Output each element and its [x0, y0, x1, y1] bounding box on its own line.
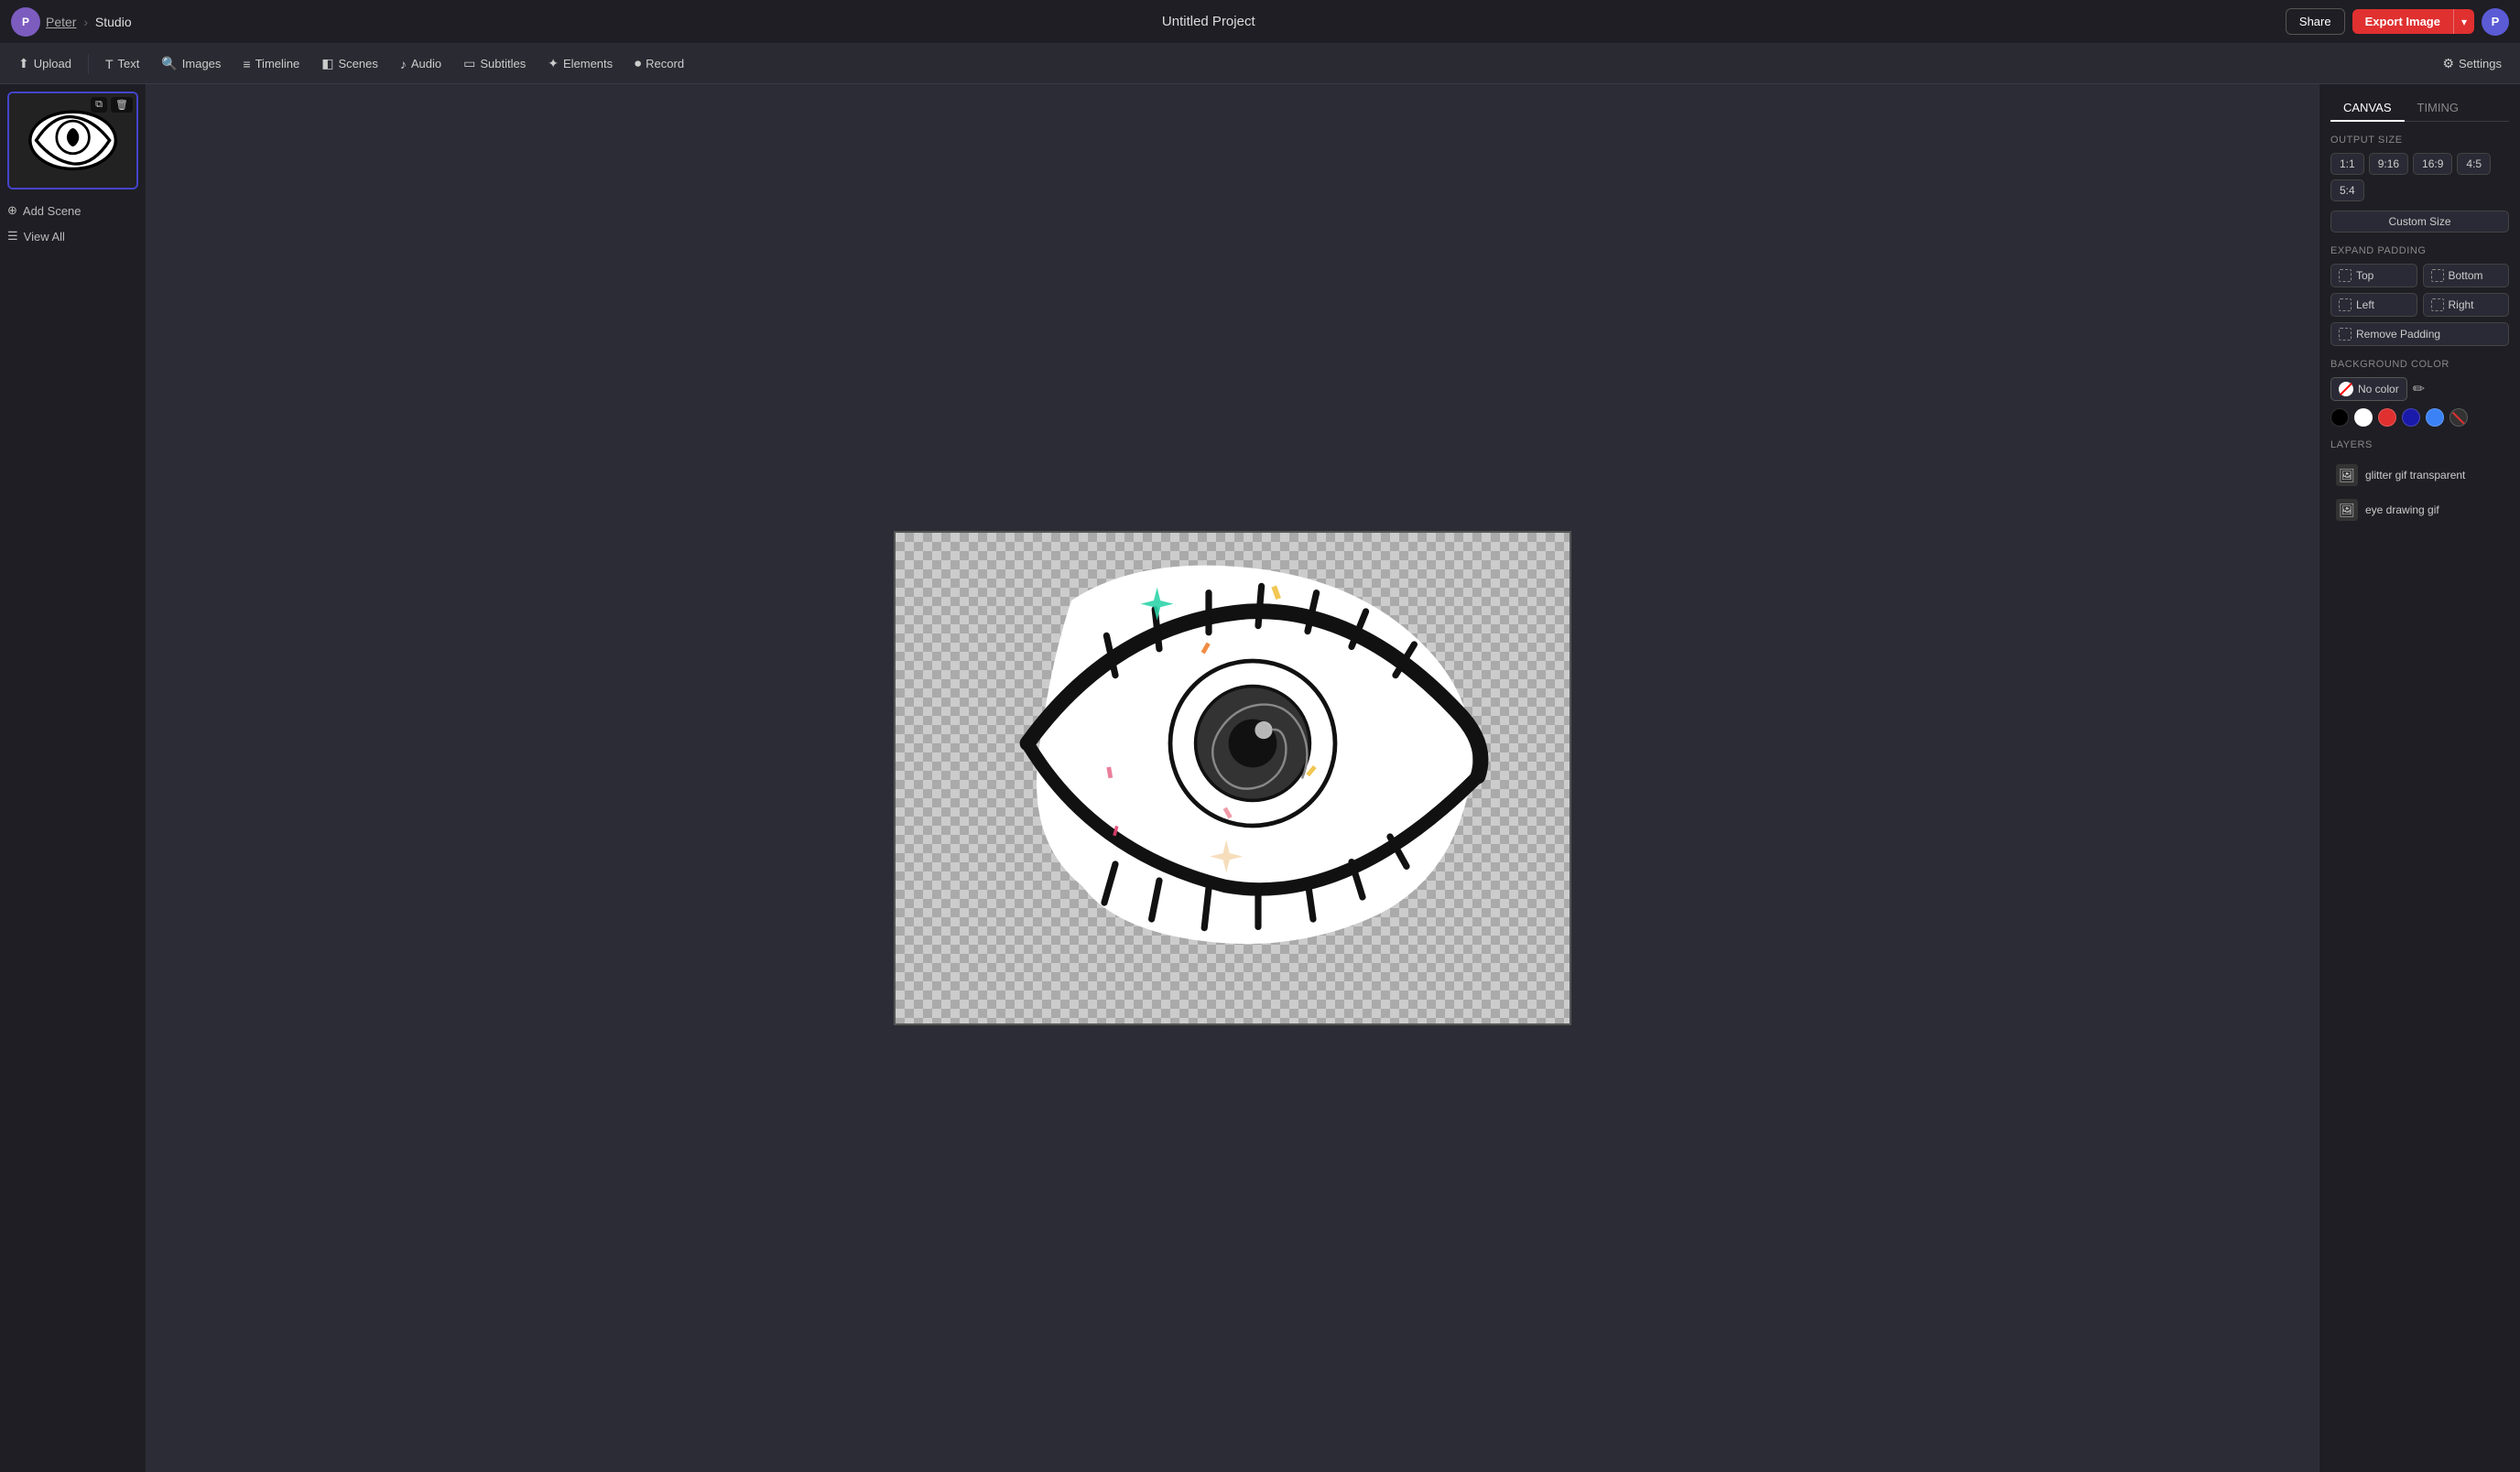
panel-tabs: CANVAS TIMING [2330, 95, 2509, 122]
background-color-row: No color ✏ [2330, 377, 2509, 401]
thumb-copy-icon[interactable]: ⧉ [91, 97, 107, 113]
right-padding-button[interactable]: Right [2423, 293, 2510, 317]
bottom-padding-icon [2431, 269, 2444, 282]
size-16-9[interactable]: 16:9 [2413, 153, 2452, 175]
audio-tool[interactable]: ♪ Audio [391, 52, 451, 76]
app-logo: P [11, 7, 40, 37]
right-panel: CANVAS TIMING OUTPUT SIZE 1:1 9:16 16:9 … [2319, 84, 2520, 1472]
left-padding-button[interactable]: Left [2330, 293, 2417, 317]
layer-name-0: glitter gif transparent [2365, 469, 2465, 482]
color-swatches [2330, 408, 2509, 427]
top-bar: P Peter › Studio Untitled Project Share … [0, 0, 2520, 44]
padding-grid: Top Bottom Left Right [2330, 264, 2509, 317]
size-4-5[interactable]: 4:5 [2457, 153, 2491, 175]
layer-thumb-0: 🖼 [2336, 464, 2358, 486]
layer-item-0[interactable]: 🖼 glitter gif transparent [2330, 458, 2509, 492]
swatch-black[interactable] [2330, 408, 2349, 427]
scenes-icon: ◧ [321, 56, 333, 71]
swatch-white[interactable] [2354, 408, 2373, 427]
size-buttons: 1:1 9:16 16:9 4:5 5:4 [2330, 153, 2509, 201]
size-9-16[interactable]: 9:16 [2369, 153, 2408, 175]
layer-thumb-1: 🖼 [2336, 499, 2358, 521]
layers-section: LAYERS 🖼 glitter gif transparent 🖼 eye d… [2330, 439, 2509, 527]
no-color-button[interactable]: No color [2330, 377, 2407, 401]
thumb-actions: ⧉ 🗑 [91, 97, 133, 113]
svg-text:P: P [22, 16, 29, 28]
audio-icon: ♪ [400, 57, 407, 71]
size-5-4[interactable]: 5:4 [2330, 179, 2364, 201]
right-padding-icon [2431, 298, 2444, 311]
main-layout: ⧉ 🗑 ⊕ Add Scene ☰ View All [0, 84, 2520, 1472]
export-caret-button[interactable]: ▾ [2453, 9, 2474, 34]
left-actions: ⊕ Add Scene ☰ View All [7, 200, 138, 246]
export-button-group: Export Image ▾ [2352, 9, 2474, 34]
timeline-tool[interactable]: ≡ Timeline [234, 52, 309, 76]
left-panel: ⧉ 🗑 ⊕ Add Scene ☰ View All [0, 84, 147, 1472]
size-1-1[interactable]: 1:1 [2330, 153, 2364, 175]
layer-item-1[interactable]: 🖼 eye drawing gif [2330, 492, 2509, 527]
output-size-title: OUTPUT SIZE [2330, 135, 2509, 146]
images-tool[interactable]: 🔍 Images [152, 51, 230, 76]
record-tool[interactable]: ⏺ Record [625, 51, 693, 76]
scenes-tool[interactable]: ◧ Scenes [312, 51, 387, 76]
layer-name-1: eye drawing gif [2365, 503, 2439, 516]
remove-padding-button[interactable]: Remove Padding [2330, 322, 2509, 346]
thumb-delete-icon[interactable]: 🗑 [111, 97, 133, 113]
view-all-button[interactable]: ☰ View All [7, 226, 138, 246]
add-scene-button[interactable]: ⊕ Add Scene [7, 200, 138, 221]
top-padding-icon [2339, 269, 2352, 282]
canvas-wrap [894, 531, 1571, 1025]
background-color-title: BACKGROUND COLOR [2330, 359, 2509, 370]
eyedropper-button[interactable]: ✏ [2413, 380, 2425, 398]
expand-padding-title: EXPAND PADDING [2330, 245, 2509, 256]
left-padding-icon [2339, 298, 2352, 311]
scene-thumbnail[interactable]: ⧉ 🗑 [7, 92, 138, 189]
settings-icon: ⚙ [2442, 56, 2454, 71]
text-tool[interactable]: T Text [96, 52, 148, 76]
remove-padding-icon [2339, 328, 2352, 341]
settings-tool[interactable]: ⚙ Settings [2433, 51, 2511, 76]
swatch-none[interactable] [2449, 408, 2468, 427]
canvas-tab[interactable]: CANVAS [2330, 95, 2405, 122]
canvas-area[interactable] [147, 84, 2319, 1472]
timing-tab[interactable]: TIMING [2405, 95, 2472, 122]
bottom-padding-button[interactable]: Bottom [2423, 264, 2510, 287]
record-icon: ⏺ [635, 56, 641, 71]
layers-title: LAYERS [2330, 439, 2509, 450]
no-color-icon [2339, 382, 2353, 396]
top-bar-left: P Peter › Studio [11, 7, 132, 37]
top-bar-right: Share Export Image ▾ P [2286, 8, 2509, 36]
swatch-red[interactable] [2378, 408, 2396, 427]
breadcrumb: Peter › Studio [46, 15, 132, 29]
custom-size-button[interactable]: Custom Size [2330, 211, 2509, 233]
upload-tool[interactable]: ⬆ Upload [9, 51, 81, 76]
timeline-icon: ≡ [243, 57, 250, 71]
text-icon: T [105, 57, 114, 71]
subtitles-icon: ▭ [463, 56, 475, 71]
toolbar: ⬆ Upload T Text 🔍 Images ≡ Timeline ◧ Sc… [0, 44, 2520, 84]
elements-tool[interactable]: ✦ Elements [538, 51, 622, 76]
images-icon: 🔍 [161, 56, 177, 71]
project-title[interactable]: Untitled Project [1162, 14, 1255, 29]
toolbar-sep-1 [88, 54, 89, 74]
add-scene-icon: ⊕ [7, 203, 17, 218]
swatch-blue-dark[interactable] [2402, 408, 2420, 427]
canvas-art [894, 531, 1571, 1025]
export-image-button[interactable]: Export Image [2352, 9, 2453, 34]
share-button[interactable]: Share [2286, 8, 2345, 35]
view-all-icon: ☰ [7, 229, 18, 244]
upload-icon: ⬆ [18, 56, 29, 71]
swatch-blue[interactable] [2426, 408, 2444, 427]
background-color-section: BACKGROUND COLOR No color ✏ [2330, 359, 2509, 427]
subtitles-tool[interactable]: ▭ Subtitles [454, 51, 535, 76]
output-size-section: OUTPUT SIZE 1:1 9:16 16:9 4:5 5:4 Custom… [2330, 135, 2509, 233]
elements-icon: ✦ [548, 56, 559, 71]
expand-padding-section: EXPAND PADDING Top Bottom Left Right [2330, 245, 2509, 346]
top-padding-button[interactable]: Top [2330, 264, 2417, 287]
user-avatar[interactable]: P [2482, 8, 2509, 36]
